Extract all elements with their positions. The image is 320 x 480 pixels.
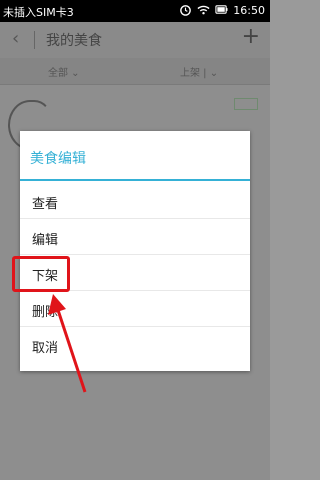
annotation-arrow-icon <box>48 294 87 393</box>
